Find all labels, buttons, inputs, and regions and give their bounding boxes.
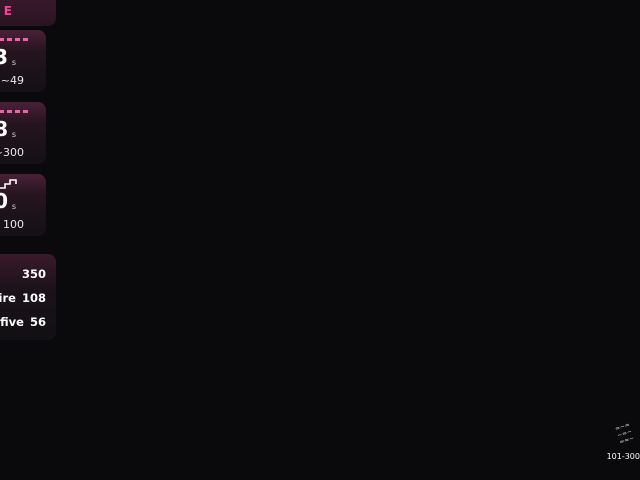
screen-root: E 3 s 10~49 8 s 100~300 10 s 100 [0,0,640,480]
gift-card-value: 10 [0,189,8,213]
leaderboard-card: 350 tire 108 rfive 56 [0,254,56,340]
list-item-value: 350 [21,267,46,281]
gift-card-3[interactable]: 10 s 100 [0,174,46,236]
gift-card-unit: s [11,202,16,211]
gift-card-2[interactable]: 8 s 100~300 [0,102,46,164]
list-item-value: 108 [21,291,46,305]
list-item-name: tire [0,291,16,305]
panel-header[interactable]: E [0,0,56,26]
list-item[interactable]: tire 108 [0,291,46,305]
gift-card-1[interactable]: 3 s 10~49 [0,30,46,92]
list-item-name: rfive [0,315,24,329]
gift-card-value: 3 [0,45,8,69]
corner-label: 101-300 [606,452,640,461]
gift-card-unit: s [11,130,16,139]
gift-card-value: 8 [0,117,8,141]
left-panel: E 3 s 10~49 8 s 100~300 10 s 100 [0,0,56,480]
scribble-sticker-icon: ≈~≈ ~≈~ ≈≈~ [614,421,636,447]
dash-decoration-icon [0,110,31,113]
gift-card-range: 100 [3,218,24,231]
corner-badge[interactable]: ≈~≈ ~≈~ ≈≈~ 101-300 [607,418,640,468]
list-item[interactable]: 350 [16,267,46,281]
list-item-value: 56 [29,315,46,329]
stairs-up-icon [0,179,17,189]
gift-card-range: 100~300 [0,146,24,159]
list-item[interactable]: rfive 56 [0,315,46,329]
gift-card-range: 10~49 [0,74,24,87]
dash-decoration-icon [0,38,31,41]
brand-glyph: E [3,4,12,18]
gift-card-unit: s [11,58,16,67]
